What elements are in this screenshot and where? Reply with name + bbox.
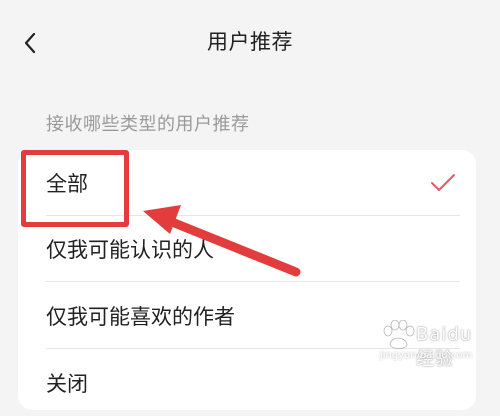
option-label: 仅我可能喜欢的作者 — [46, 305, 235, 329]
watermark: Baidu经验 jingyan.baidu.com — [378, 318, 488, 370]
annotation-highlight-box — [21, 150, 129, 227]
divider — [46, 281, 460, 282]
page-title: 用户推荐 — [207, 30, 293, 54]
paw-logo-icon — [383, 320, 415, 349]
option-label: 仅我可能认识的人 — [46, 238, 214, 262]
watermark-name: Baidu经验 — [416, 324, 473, 370]
section-header: 接收哪些类型的用户推荐 — [46, 114, 250, 135]
checkmark-icon — [431, 174, 455, 191]
option-label: 关闭 — [46, 372, 88, 396]
watermark-url: jingyan.baidu.com — [380, 350, 473, 361]
navigation-bar: 用户推荐 — [0, 0, 500, 84]
